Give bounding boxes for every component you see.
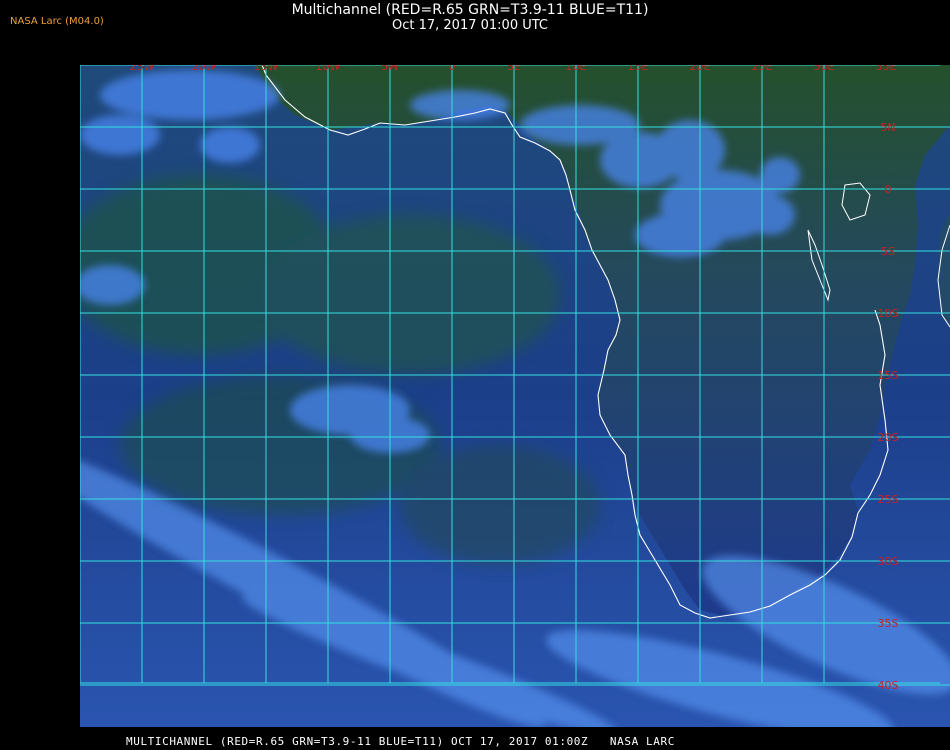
longitude-label: 15W [254,65,279,73]
latitude-label: 15S [878,369,899,382]
longitude-label: 5E [507,65,521,73]
latitude-label: 10S [878,307,899,320]
footer-caption: MULTICHANNEL (RED=R.65 GRN=T3.9-11 BLUE=… [126,735,675,748]
longitude-label: 25E [752,65,773,73]
longitude-label: 10E [566,65,587,73]
longitude-label: 5W [381,65,399,73]
longitude-label: 35E [876,65,897,73]
longitude-label: 25W [130,65,155,73]
latitude-label: 30S [878,555,899,568]
longitude-label: 15E [628,65,649,73]
satellite-map-svg: 25W 20W 15W 10W 5W 0 5E 10E 15E 20E 25E 30E 35E 5N 0 5S… [80,65,950,727]
longitude-label: 20E [690,65,711,73]
longitude-label: 30E [814,65,835,73]
latitude-label: 35S [878,617,899,630]
satellite-map: 25W 20W 15W 10W 5W 0 5E 10E 15E 20E 25E 30E 35E 5N 0 5S… [80,65,950,727]
latitude-label: 40S [878,679,899,692]
latitude-label: 5S [881,245,895,258]
latitude-label: 25S [878,493,899,506]
longitude-label: 10W [316,65,341,73]
map-datetime: Oct 17, 2017 01:00 UTC [392,18,548,33]
longitude-label: 20W [192,65,217,73]
map-title: Multichannel (RED=R.65 GRN=T3.9-11 BLUE=… [291,2,649,18]
latitude-label: 5N [880,121,895,134]
credit-label: NASA Larc (M04.0) [10,16,104,27]
latitude-label: 20S [878,431,899,444]
latitude-label: 0 [885,183,892,196]
longitude-label: 0 [449,65,456,73]
